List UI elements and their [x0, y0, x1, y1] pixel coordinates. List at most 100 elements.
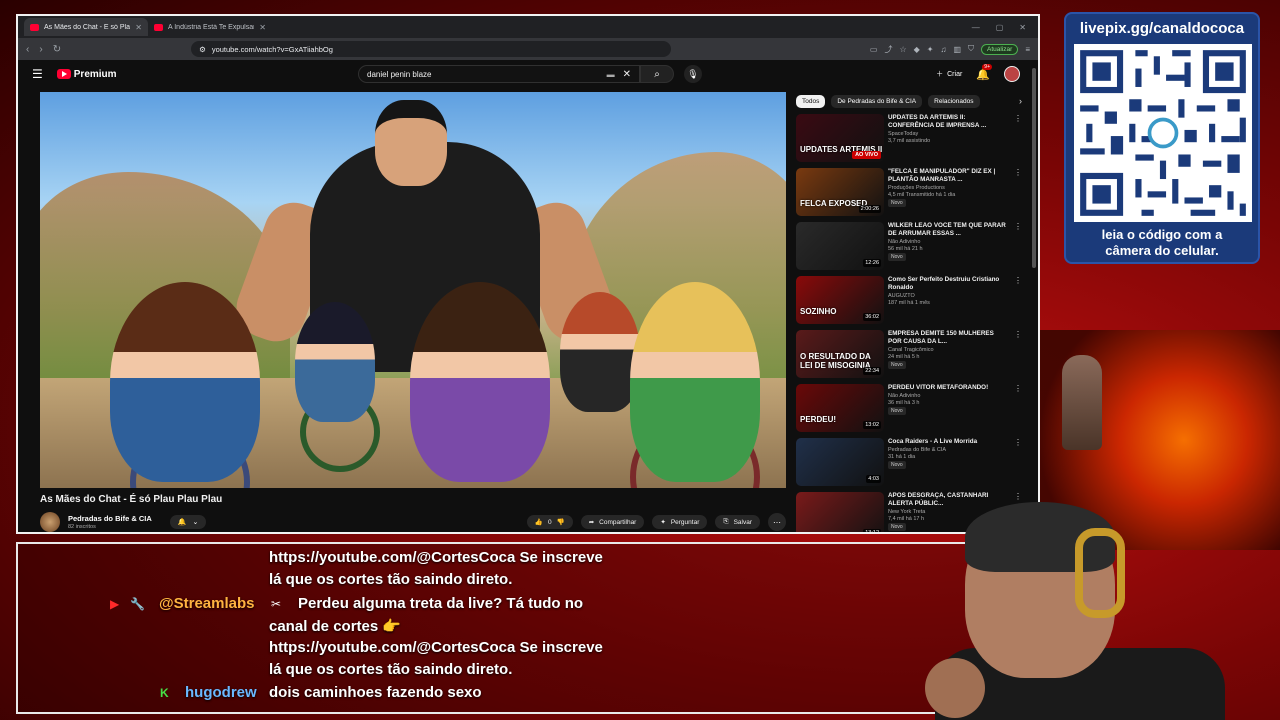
notifications-button[interactable]: 🔔 9+ — [976, 63, 992, 81]
recommended-video[interactable]: SOZINHO 36:02 Como Ser Perfeito Destruiu… — [796, 276, 1022, 330]
minimize-icon[interactable]: — — [972, 23, 980, 32]
recommended-video[interactable]: PERDEU! 13:02 PERDEU VITOR METAFORANDO! … — [796, 384, 1022, 438]
video-player[interactable] — [40, 92, 786, 488]
voice-search-button[interactable]: 🎙 — [684, 65, 702, 83]
video-thumbnail[interactable]: 12:26 — [796, 222, 884, 270]
ask-button[interactable]: ✦ Perguntar — [652, 515, 708, 529]
more-icon[interactable]: ⋮ — [1014, 222, 1022, 231]
youtube-favicon-icon — [154, 23, 163, 31]
search-button[interactable]: ⌕ — [640, 65, 674, 83]
shield-icon[interactable]: ⛉ — [968, 44, 974, 54]
video-thumbnail[interactable]: O RESULTADO DA LEI DE MISOGINIA 22:34 — [796, 330, 884, 378]
video-thumbnail[interactable]: 13:12 — [796, 492, 884, 532]
close-icon[interactable]: ✕ — [259, 23, 266, 32]
channel-name[interactable]: Não Adivinho — [888, 239, 1008, 245]
close-icon[interactable]: ✕ — [135, 23, 142, 32]
extension-icon[interactable]: ◆ — [914, 45, 920, 54]
video-thumbnail[interactable]: SOZINHO 36:02 — [796, 276, 884, 324]
recommended-video[interactable]: UPDATES ARTEMIS II AO VIVO UPDATES DA AR… — [796, 114, 1022, 168]
more-icon[interactable]: ⋮ — [1014, 330, 1022, 339]
channel-name[interactable]: SpaceToday — [888, 131, 1008, 137]
thumbnail-man-head — [375, 100, 447, 186]
cast-icon[interactable]: ▭ — [870, 45, 878, 54]
site-info-icon[interactable]: ⚙ — [199, 45, 206, 54]
video-meta: WILKER LEÃO VOCÊ TEM QUE PARAR DE ARRUMA… — [888, 222, 1022, 276]
channel-name[interactable]: Produções Productions — [888, 185, 1008, 191]
menu-icon[interactable]: ☰ — [32, 67, 43, 81]
chat-message-line: https://youtube.com/@CortesCoca Se inscr… — [269, 549, 603, 566]
sidebar-icon[interactable]: ▥ — [953, 45, 961, 54]
mic-icon: 🎙 — [687, 68, 699, 79]
chip-all[interactable]: Todos — [796, 94, 826, 108]
new-badge: Novo — [888, 522, 906, 531]
menu-icon[interactable]: ≡ — [1025, 45, 1030, 54]
video-title[interactable]: EMPRESA DEMITE 150 MULHERES POR CAUSA DA… — [888, 330, 1008, 346]
recommended-video[interactable]: 12:26 WILKER LEÃO VOCÊ TEM QUE PARAR DE … — [796, 222, 1022, 276]
video-duration: 36:02 — [863, 313, 881, 321]
channel-name[interactable]: Canal Tragicômico — [888, 347, 1008, 353]
save-button[interactable]: ⎘ Salvar — [715, 515, 760, 529]
search-input[interactable]: daniel penin blaze ▬ ✕ — [358, 65, 640, 83]
video-title[interactable]: Coca Raiders - A Live Morrida — [888, 438, 1008, 446]
video-thumbnail[interactable]: UPDATES ARTEMIS II AO VIVO — [796, 114, 884, 162]
recommended-video[interactable]: O RESULTADO DA LEI DE MISOGINIA 22:34 EM… — [796, 330, 1022, 384]
puzzle-icon[interactable]: ✦ — [927, 45, 934, 54]
new-badge: Novo — [888, 460, 906, 469]
chevron-right-icon[interactable]: › — [1019, 96, 1022, 106]
new-badge: Novo — [888, 252, 906, 261]
more-icon[interactable]: ⋮ — [1014, 114, 1022, 123]
recommended-video[interactable]: FELCA EXPOSED 2:00:26 "FELCA É MANIPULAD… — [796, 168, 1022, 222]
subscribed-button[interactable]: 🔔 ⌄ — [169, 515, 207, 529]
chat-message-line: https://youtube.com/@CortesCoca Se inscr… — [269, 639, 603, 656]
video-thumbnail[interactable]: PERDEU! 13:02 — [796, 384, 884, 432]
scrollbar[interactable] — [1032, 68, 1036, 268]
keyboard-icon[interactable]: ▬ — [607, 70, 615, 79]
youtube-logo[interactable]: Premium — [56, 69, 117, 80]
clear-search-icon[interactable]: ✕ — [623, 69, 631, 80]
maximize-icon[interactable]: ▢ — [996, 23, 1004, 32]
video-duration: 13:02 — [863, 421, 881, 429]
back-icon[interactable]: ‹ — [26, 44, 29, 55]
video-title: As Mães do Chat - É só Plau Plau Plau — [40, 494, 223, 505]
create-button[interactable]: ＋ Criar — [936, 69, 962, 79]
video-thumbnail[interactable]: FELCA EXPOSED 2:00:26 — [796, 168, 884, 216]
more-icon[interactable]: ⋮ — [1014, 384, 1022, 393]
background-figure — [1062, 355, 1102, 450]
chat-username: hugodrew — [185, 684, 257, 701]
more-icon[interactable]: ⋮ — [1014, 438, 1022, 447]
more-icon[interactable]: ⋮ — [1014, 276, 1022, 285]
more-icon[interactable]: ⋮ — [1014, 168, 1022, 177]
channel-name[interactable]: Não Adivinho — [888, 393, 1008, 399]
share-button[interactable]: ➦ Compartilhar — [580, 515, 645, 529]
close-window-icon[interactable]: ✕ — [1019, 23, 1026, 32]
like-button[interactable]: 👍 0 👎 — [526, 515, 573, 529]
video-title[interactable]: PERDEU VITOR METAFORANDO! — [888, 384, 1008, 392]
video-stats: 3,7 mil assistindo — [888, 137, 931, 144]
media-icon[interactable]: ♫ — [940, 45, 946, 54]
more-actions-button[interactable]: ⋯ — [768, 513, 786, 531]
video-title[interactable]: UPDATES DA ARTEMIS II: CONFERÊNCIA DE IM… — [888, 114, 1008, 130]
avatar[interactable] — [1004, 66, 1020, 82]
save-label: Salvar — [733, 518, 752, 526]
channel-name[interactable]: Pedradas do Bife & CIA — [68, 514, 152, 523]
star-icon[interactable]: ☆ — [899, 45, 906, 54]
recommended-video[interactable]: 4:03 Coca Raiders - A Live Morrida Pedra… — [796, 438, 1022, 492]
video-title[interactable]: Como Ser Perfeito Destruiu Cristiano Ron… — [888, 276, 1008, 292]
chip-related[interactable]: Relacionados — [928, 94, 980, 108]
video-title[interactable]: "FELCA É MANIPULADOR" DIZ EX | PLANTÃO M… — [888, 168, 1008, 184]
thumbs-down-icon[interactable]: 👎 — [557, 518, 565, 526]
video-thumbnail[interactable]: 4:03 — [796, 438, 884, 486]
chip-channel[interactable]: De Pedradas do Bife & CIA — [831, 94, 923, 108]
channel-name[interactable]: AUGUZTO — [888, 293, 1008, 299]
url-field[interactable]: ⚙ youtube.com/watch?v=GxATiiahbOg — [191, 41, 672, 57]
channel-avatar[interactable] — [40, 512, 60, 532]
browser-tab[interactable]: A Indústria Está Te Expulsando Do Gaming… — [148, 18, 272, 36]
browser-tab-active[interactable]: As Mães do Chat - É só Plau Plau Plau ✕ — [24, 18, 148, 36]
share-icon[interactable]: ⤴ — [884, 44, 892, 55]
video-title[interactable]: WILKER LEÃO VOCÊ TEM QUE PARAR DE ARRUMA… — [888, 222, 1008, 238]
more-icon: ⋯ — [773, 517, 781, 527]
channel-name[interactable]: Pedradas do Bife & CIA — [888, 447, 1008, 453]
update-button[interactable]: Atualizar — [981, 43, 1019, 55]
forward-icon[interactable]: › — [39, 44, 42, 55]
reload-icon[interactable]: ↻ — [53, 44, 61, 55]
